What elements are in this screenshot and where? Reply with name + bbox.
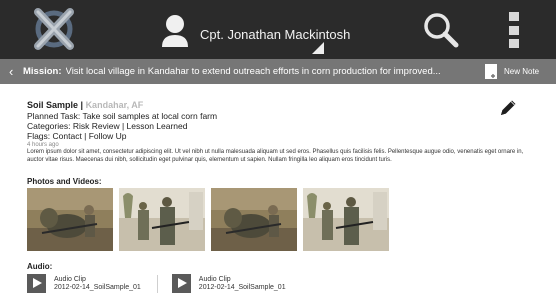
new-note-label: New Note xyxy=(504,67,540,76)
photo-thumbnail[interactable] xyxy=(211,188,297,251)
user-name: Cpt. Jonathan Mackintosh xyxy=(200,26,351,42)
note-detail: Soil Sample | Kandahar, AF Planned Task:… xyxy=(27,100,527,164)
photo-thumbnail[interactable] xyxy=(27,188,113,251)
note-description: Lorem ipsum dolor sit amet, consectetur … xyxy=(27,149,524,163)
photos-section-title: Photos and Videos: xyxy=(27,177,102,186)
note-title: Soil Sample xyxy=(27,100,79,110)
user-avatar-icon xyxy=(162,15,188,47)
overflow-menu-icon[interactable] xyxy=(509,12,521,48)
search-icon[interactable] xyxy=(422,11,460,49)
edit-pencil-icon[interactable] xyxy=(498,98,518,118)
audio-clip-text: Audio Clip 2012-02-14_SoilSample_01 xyxy=(54,276,141,292)
photo-thumbnail[interactable] xyxy=(303,188,389,251)
audio-list: Audio Clip 2012-02-14_SoilSample_01 Audi… xyxy=(27,274,286,293)
mission-label: Mission: xyxy=(23,66,62,77)
top-app-bar: Cpt. Jonathan Mackintosh xyxy=(0,0,556,59)
audio-section-title: Audio: xyxy=(27,262,53,271)
menu-dot xyxy=(509,39,519,48)
note-title-line: Soil Sample | Kandahar, AF xyxy=(27,100,527,111)
user-dropdown-caret-icon[interactable] xyxy=(312,42,324,54)
play-icon[interactable] xyxy=(171,274,191,293)
planned-task: Planned Task: Take soil samples at local… xyxy=(27,111,218,121)
back-chevron-icon[interactable]: ‹ xyxy=(9,65,23,78)
note-location: Kandahar, AF xyxy=(85,100,144,110)
audio-clip-filename: 2012-02-14_SoilSample_01 xyxy=(198,283,286,291)
audio-clip[interactable]: Audio Clip 2012-02-14_SoilSample_01 xyxy=(171,274,286,293)
new-note-button[interactable]: New Note xyxy=(484,59,539,84)
play-icon[interactable] xyxy=(27,274,46,293)
app-logo-icon[interactable] xyxy=(33,8,75,50)
audio-clip-filename: 2012-02-14_SoilSample_01 xyxy=(54,283,141,291)
audio-clip-text: Audio Clip 2012-02-14_SoilSample_01 xyxy=(199,276,286,292)
categories: Categories: Risk Review | Lesson Learned xyxy=(27,121,188,131)
audio-clip-title: Audio Clip xyxy=(54,275,86,283)
audio-clip-title: Audio Clip xyxy=(198,275,231,283)
photo-gallery xyxy=(27,188,389,251)
flags: Flags: Contact | Follow Up xyxy=(27,131,127,141)
mission-bar[interactable]: ‹ Mission: Visit local village in Kandah… xyxy=(0,59,556,84)
photo-thumbnail[interactable] xyxy=(119,188,205,251)
mission-text: Visit local village in Kandahar to exten… xyxy=(65,66,441,77)
audio-clip[interactable]: Audio Clip 2012-02-14_SoilSample_01 xyxy=(27,274,141,293)
new-note-icon xyxy=(485,64,497,79)
timestamp: 4 hours ago xyxy=(27,142,59,148)
divider xyxy=(156,274,158,293)
menu-dot xyxy=(509,12,519,21)
title-separator: | xyxy=(78,100,86,110)
menu-dot xyxy=(509,25,519,35)
